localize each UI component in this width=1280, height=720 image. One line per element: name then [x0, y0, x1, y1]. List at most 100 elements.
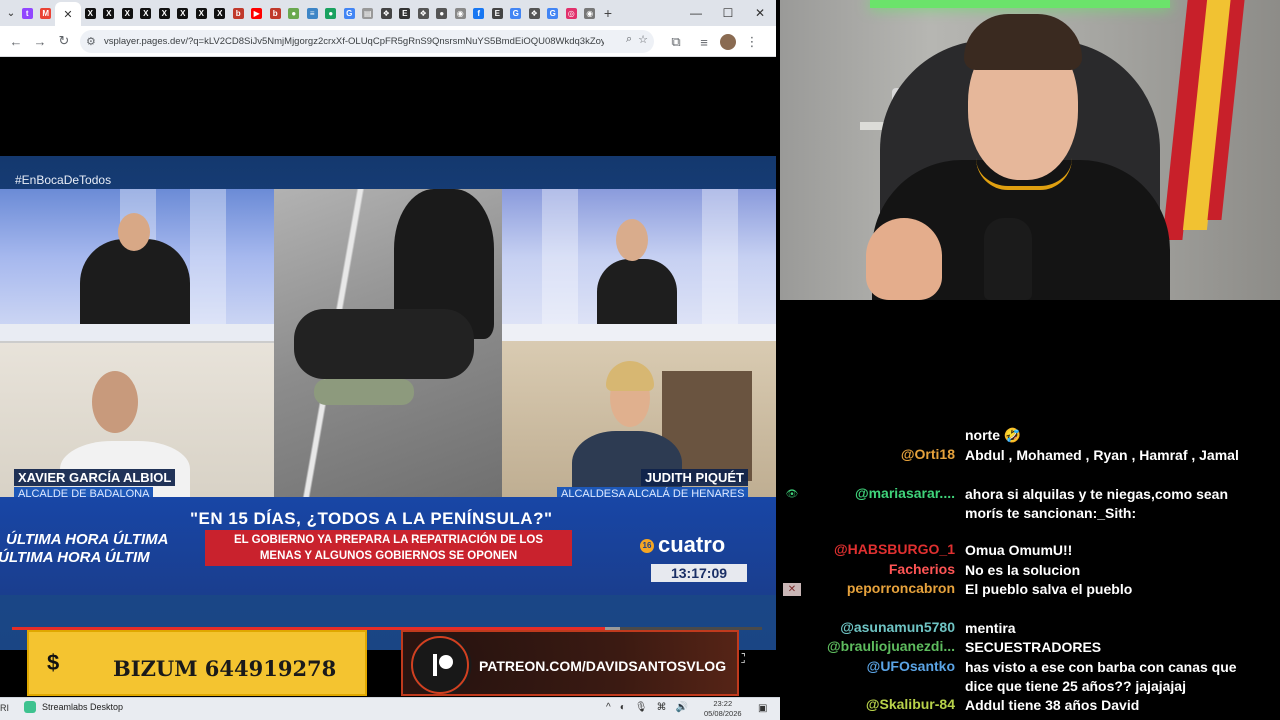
site-icon: ❖	[417, 7, 429, 19]
guest-name-left: XAVIER GARCÍA ALBIOL	[14, 469, 176, 486]
active-tab[interactable]: ✕	[55, 2, 81, 26]
x-icon: X	[84, 7, 96, 19]
video-player[interactable]: #EnBocaDeTodos XAVIER GARCÍA ALBIOL ALCA…	[0, 58, 776, 696]
tab[interactable]: ●	[322, 0, 341, 26]
zoom-icon[interactable]: ⌕	[626, 33, 632, 46]
chat-username[interactable]: @HABSBURGO_1	[834, 541, 955, 557]
instagram-icon: ◎	[565, 7, 577, 19]
tab[interactable]: X	[211, 0, 230, 26]
tab-strip: ⌄ t M ✕ X X X X X X X Xb ▶ b ● ≡ ● G ▤ ❖ E ❖ ● ◉ f E G ❖ G ◎ ◉ + — ☐ …	[0, 0, 776, 26]
channel-logo: 16 cuatro	[640, 532, 725, 558]
chat-username[interactable]: @Orti18	[901, 446, 955, 462]
x-icon: X	[214, 7, 226, 19]
led-strip	[870, 0, 1170, 8]
tab[interactable]: X	[192, 0, 211, 26]
tray-icon[interactable]: ^	[606, 702, 611, 713]
back-button[interactable]: ←	[4, 29, 28, 53]
site-icon: E	[491, 7, 503, 19]
tab[interactable]: X	[155, 0, 174, 26]
live-chat: norte 🤣 @Orti18 Abdul , Mohamed , Ryan , H…	[780, 300, 1280, 720]
tab[interactable]: M	[37, 0, 56, 26]
tab[interactable]: f	[470, 0, 489, 26]
close-window-button[interactable]: ✕	[744, 0, 776, 26]
chat-username[interactable]: Facherios	[889, 561, 955, 577]
tab[interactable]: ●	[433, 0, 452, 26]
tab[interactable]: ❖	[377, 0, 396, 26]
tray-icon[interactable]: ⌘	[656, 702, 666, 713]
tab[interactable]: X	[100, 0, 119, 26]
studio-panel-left	[0, 189, 274, 341]
tab[interactable]: E	[396, 0, 415, 26]
tab[interactable]: ◎	[562, 0, 581, 26]
chat-text: No es la solucion	[965, 562, 1081, 578]
browser-window: ⌄ t M ✕ X X X X X X X Xb ▶ b ● ≡ ● G ▤ ❖ E ❖ ● ◉ f E G ❖ G ◎ ◉ + — ☐ …	[0, 0, 776, 696]
chat-username[interactable]: @asunamun5780	[840, 619, 955, 635]
tab[interactable]: ❖	[414, 0, 433, 26]
url-text[interactable]: vsplayer.pages.dev/?q=kLV2CD8SiJv5NmjMjg…	[104, 36, 604, 47]
tab[interactable]: ▤	[359, 0, 378, 26]
site-icon: ◉	[454, 7, 466, 19]
system-clock[interactable]: 23:22 05/08/2026	[704, 699, 742, 719]
tab[interactable]: b	[229, 0, 248, 26]
media-controls-icon[interactable]: ≡	[692, 30, 716, 54]
breaking-ticker-bottom: ÚLTIMA HORA ÚLTIM	[0, 549, 150, 566]
tab[interactable]: ●	[285, 0, 304, 26]
system-tray: ^ ◐ 🎙 ⌘ 🔊	[606, 702, 688, 713]
chat-username[interactable]: @mariasarar....	[855, 485, 955, 501]
chat-username[interactable]: peporroncabron	[847, 580, 955, 596]
tab[interactable]: X	[81, 0, 100, 26]
tab[interactable]: X	[137, 0, 156, 26]
tab[interactable]: t	[18, 0, 37, 26]
site-info-icon[interactable]: ⚙	[86, 35, 104, 48]
forward-button[interactable]: →	[28, 29, 52, 53]
tab-list: t M ✕ X X X X X X X Xb ▶ b ● ≡ ● G ▤ ❖ E ❖ ● ◉ f E G ❖ G ◎ ◉	[18, 0, 599, 26]
tray-icon[interactable]: ◐	[620, 702, 626, 713]
site-icon: b	[269, 7, 281, 19]
tab[interactable]: G	[544, 0, 563, 26]
tab[interactable]: ◉	[581, 0, 600, 26]
new-tab-button[interactable]: +	[599, 5, 617, 21]
chat-username[interactable]: @brauliojuanezdi...	[827, 638, 955, 654]
tab[interactable]: ▶	[248, 0, 267, 26]
tab[interactable]: G	[340, 0, 359, 26]
lower-third-bar: "EN 15 DÍAS, ¿TODOS A LA PENÍNSULA?" ÚLT…	[0, 497, 776, 595]
chat-text: norte 🤣	[965, 427, 1022, 443]
google-icon: G	[510, 7, 522, 19]
x-icon: X	[121, 7, 133, 19]
close-tab-icon[interactable]: ✕	[63, 8, 72, 21]
x-icon: X	[140, 7, 152, 19]
notification-icon[interactable]: ▣	[758, 703, 767, 714]
maximize-button[interactable]: ☐	[712, 0, 744, 26]
chat-username[interactable]: @Skalibur-84	[866, 696, 955, 712]
tray-icon[interactable]: 🎙	[635, 702, 648, 713]
reload-button[interactable]: ↻	[52, 29, 76, 53]
site-icon: ●	[288, 7, 300, 19]
tab[interactable]: ◉	[451, 0, 470, 26]
tab[interactable]: ❖	[525, 0, 544, 26]
tab[interactable]: b	[266, 0, 285, 26]
browser-toolbar: ← → ↻ ⚙ vsplayer.pages.dev/?q=kLV2CD8SiJ…	[0, 26, 776, 57]
google-icon: G	[343, 7, 355, 19]
google-icon: G	[547, 7, 559, 19]
tray-icon[interactable]: 🔊	[675, 702, 687, 713]
minimize-button[interactable]: —	[680, 0, 712, 26]
browser-menu-icon[interactable]: ⋮	[740, 30, 764, 54]
profile-avatar[interactable]	[720, 34, 736, 50]
tab[interactable]: E	[488, 0, 507, 26]
tab-search-icon[interactable]: ⌄	[4, 0, 18, 26]
tab[interactable]: X	[174, 0, 193, 26]
chat-username[interactable]: @UFOsantko	[867, 658, 955, 674]
subheadline-line-1: EL GOBIERNO YA PREPARA LA REPATRIACIÓN D…	[233, 534, 544, 546]
taskbar-app-streamlabs[interactable]: Streamlabs Desktop	[24, 701, 123, 713]
subheadline: EL GOBIERNO YA PREPARA LA REPATRIACIÓN D…	[205, 530, 572, 566]
x-icon: X	[103, 7, 115, 19]
patreon-text: PATREON.COM/DAVIDSANTOSVLOG	[479, 658, 727, 674]
chat-text: has visto a ese con barba con canas que …	[965, 659, 1237, 694]
tab[interactable]: G	[507, 0, 526, 26]
tab[interactable]: X	[118, 0, 137, 26]
address-bar[interactable]: ⚙ vsplayer.pages.dev/?q=kLV2CD8SiJv5NmjM…	[80, 30, 654, 53]
x-icon: X	[195, 7, 207, 19]
extensions-icon[interactable]: ⧉	[664, 30, 688, 54]
bookmark-star-icon[interactable]: ☆	[638, 33, 648, 46]
tab[interactable]: ≡	[303, 0, 322, 26]
